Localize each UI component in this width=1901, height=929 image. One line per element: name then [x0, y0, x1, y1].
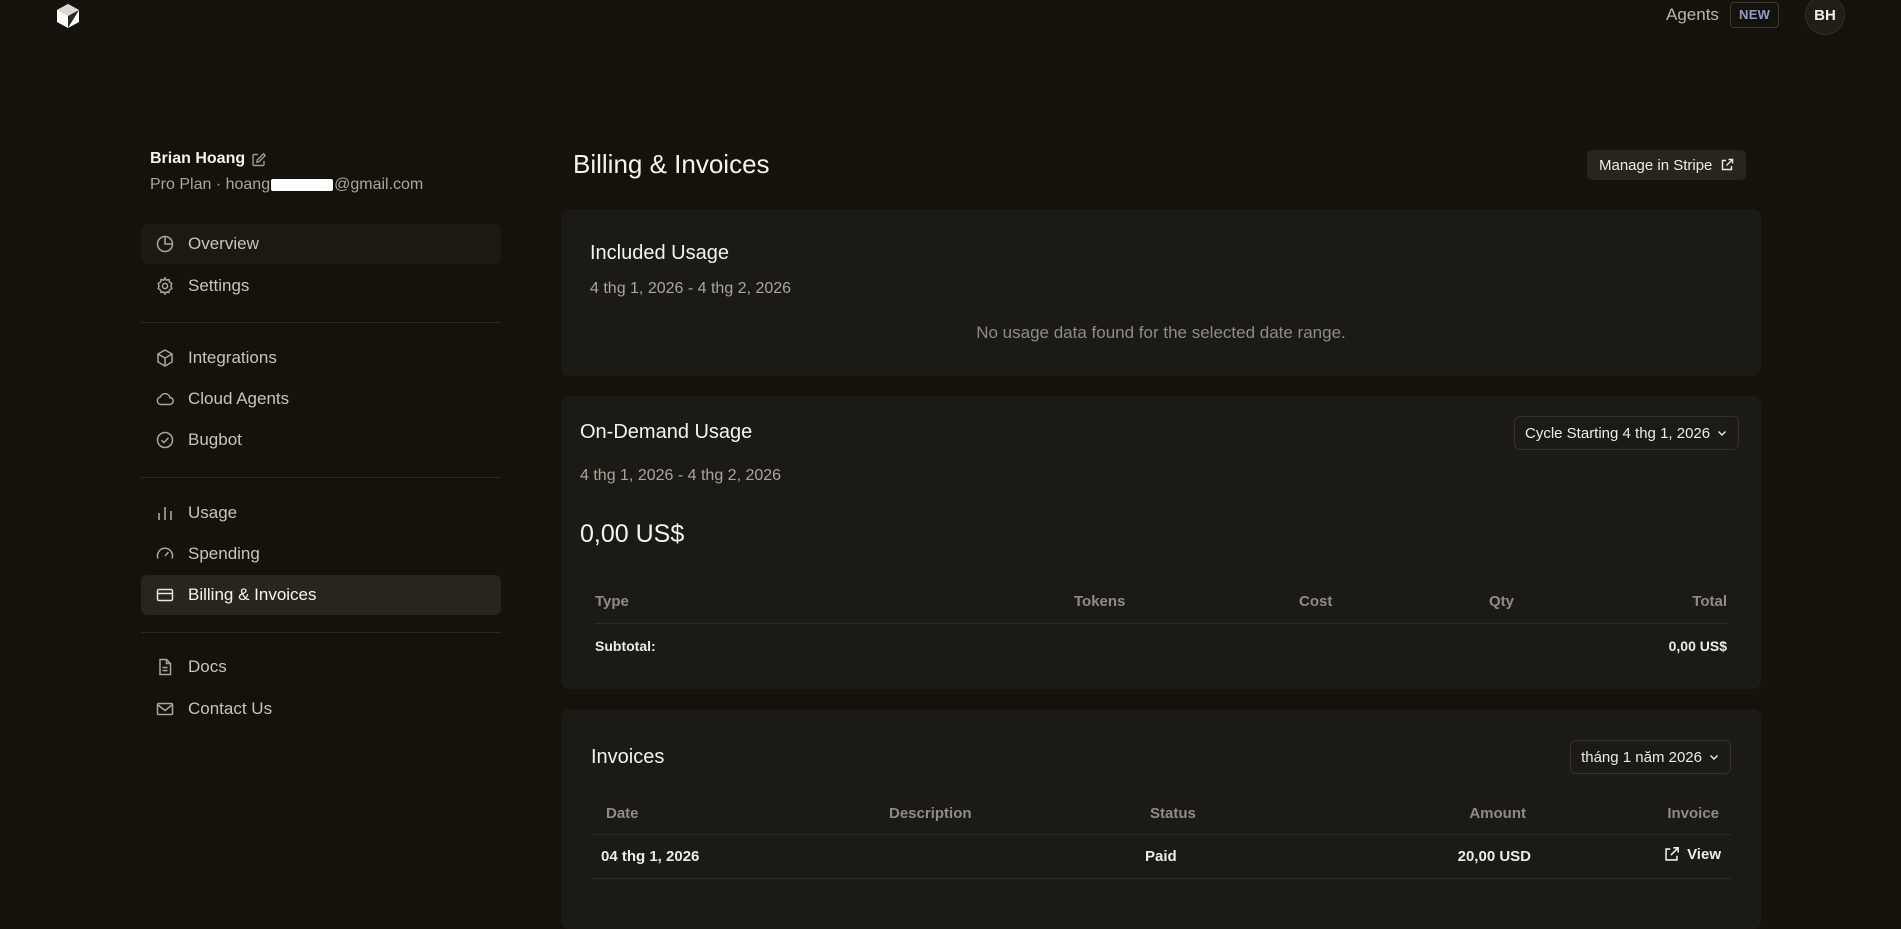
- page-title: Billing & Invoices: [573, 149, 770, 179]
- on-demand-usage-date-range: 4 thg 1, 2026 - 4 thg 2, 2026: [580, 467, 782, 484]
- sidebar-item-cloud-agents[interactable]: Cloud Agents: [141, 379, 501, 419]
- table-divider: [595, 623, 1727, 624]
- edit-icon[interactable]: [251, 152, 267, 168]
- mail-icon: [156, 702, 174, 716]
- included-usage-card: Included Usage 4 thg 1, 2026 - 4 thg 2, …: [561, 209, 1761, 376]
- cursor-logo-icon[interactable]: [54, 2, 82, 30]
- sidebar-item-label: Docs: [188, 657, 227, 676]
- included-usage-title: Included Usage: [590, 242, 729, 264]
- column-header-description: Description: [889, 805, 972, 822]
- sidebar-item-spending[interactable]: Spending: [141, 534, 501, 574]
- sidebar-item-label: Billing & Invoices: [188, 585, 317, 604]
- credit-card-icon: [156, 588, 174, 602]
- sidebar-item-docs[interactable]: Docs: [141, 647, 501, 687]
- invoice-month-dropdown[interactable]: tháng 1 năm 2026: [1570, 740, 1731, 774]
- document-icon: [159, 658, 172, 676]
- email-suffix: @gmail.com: [334, 176, 424, 193]
- invoice-view-link[interactable]: View: [1663, 846, 1721, 863]
- bar-chart-icon: [158, 507, 172, 520]
- invoices-title: Invoices: [591, 746, 665, 768]
- check-circle-icon: [156, 431, 174, 449]
- column-header-total: Total: [1692, 593, 1727, 610]
- on-demand-usage-card: On-Demand Usage Cycle Starting 4 thg 1, …: [561, 396, 1761, 689]
- column-header-invoice: Invoice: [1667, 805, 1719, 822]
- sidebar-item-bugbot[interactable]: Bugbot: [141, 420, 501, 460]
- sidebar-item-label: Cloud Agents: [188, 389, 290, 408]
- sidebar-item-settings[interactable]: Settings: [141, 266, 501, 306]
- sidebar-item-label: Usage: [188, 503, 238, 522]
- chevron-down-icon: [1710, 755, 1718, 760]
- included-usage-empty-message: No usage data found for the selected dat…: [976, 323, 1346, 342]
- subtotal-label: Subtotal:: [595, 638, 656, 654]
- column-header-tokens: Tokens: [1074, 593, 1126, 610]
- column-header-qty: Qty: [1489, 593, 1515, 610]
- column-header-date: Date: [606, 805, 639, 822]
- cube-icon: [157, 349, 173, 367]
- invoice-status: Paid: [1145, 848, 1177, 865]
- column-header-cost: Cost: [1299, 593, 1333, 610]
- sidebar-item-label: Integrations: [188, 348, 277, 367]
- sidebar-item-contact-us[interactable]: Contact Us: [141, 689, 501, 729]
- sidebar-item-overview[interactable]: Overview: [141, 224, 501, 264]
- sidebar-item-label: Bugbot: [188, 430, 242, 449]
- invoice-date: 04 thg 1, 2026: [601, 848, 700, 865]
- sidebar-divider: [141, 322, 501, 323]
- agents-link[interactable]: Agents: [1666, 5, 1719, 25]
- sidebar-item-label: Spending: [188, 544, 260, 563]
- on-demand-usage-title: On-Demand Usage: [580, 421, 753, 443]
- new-badge: NEW: [1730, 2, 1780, 28]
- sidebar-divider: [141, 632, 501, 633]
- chevron-down-icon: [1718, 431, 1727, 436]
- sidebar-item-usage[interactable]: Usage: [141, 493, 501, 533]
- column-header-status: Status: [1150, 805, 1196, 822]
- invoice-amount: 20,00 USD: [1457, 848, 1531, 865]
- gear-icon: [157, 276, 173, 296]
- invoices-card: Invoices tháng 1 năm 2026 Date Descripti…: [561, 709, 1761, 929]
- column-header-amount: Amount: [1469, 805, 1526, 822]
- user-plan-email: Pro Plan · hoang @gmail.com: [150, 176, 423, 194]
- external-link-icon: [1665, 847, 1680, 861]
- sidebar-divider: [141, 477, 501, 478]
- sidebar-item-label: Overview: [188, 234, 259, 253]
- plan-separator: ·: [215, 176, 222, 193]
- email-redaction: [271, 178, 334, 191]
- included-usage-date-range: 4 thg 1, 2026 - 4 thg 2, 2026: [590, 280, 792, 297]
- invoice-month-label: tháng 1 năm 2026: [1581, 748, 1702, 766]
- sidebar-item-billing-invoices[interactable]: Billing & Invoices: [141, 575, 501, 615]
- on-demand-total-amount: 0,00 US$: [580, 520, 685, 548]
- subtotal-value: 0,00 US$: [1668, 638, 1727, 654]
- user-name: Brian Hoang: [150, 150, 246, 167]
- table-divider: [591, 878, 1731, 879]
- sidebar-item-label: Settings: [188, 276, 250, 295]
- cycle-dropdown-label: Cycle Starting 4 thg 1, 2026: [1525, 424, 1711, 442]
- cycle-dropdown[interactable]: Cycle Starting 4 thg 1, 2026: [1514, 416, 1740, 450]
- gauge-icon: [156, 547, 174, 559]
- email-prefix: hoang: [225, 176, 271, 193]
- pie-chart-icon: [156, 235, 174, 253]
- manage-in-stripe-label: Manage in Stripe: [1599, 156, 1713, 174]
- sidebar-item-integrations[interactable]: Integrations: [141, 338, 501, 378]
- avatar[interactable]: BH: [1805, 0, 1845, 35]
- column-header-type: Type: [595, 593, 629, 610]
- invoice-view-label: View: [1687, 846, 1721, 863]
- external-link-icon: [1722, 158, 1734, 171]
- sidebar-item-label: Contact Us: [188, 699, 273, 718]
- table-divider: [591, 834, 1731, 835]
- cloud-icon: [156, 392, 174, 406]
- plan-name: Pro Plan: [150, 176, 212, 193]
- manage-in-stripe-button[interactable]: Manage in Stripe: [1587, 150, 1747, 180]
